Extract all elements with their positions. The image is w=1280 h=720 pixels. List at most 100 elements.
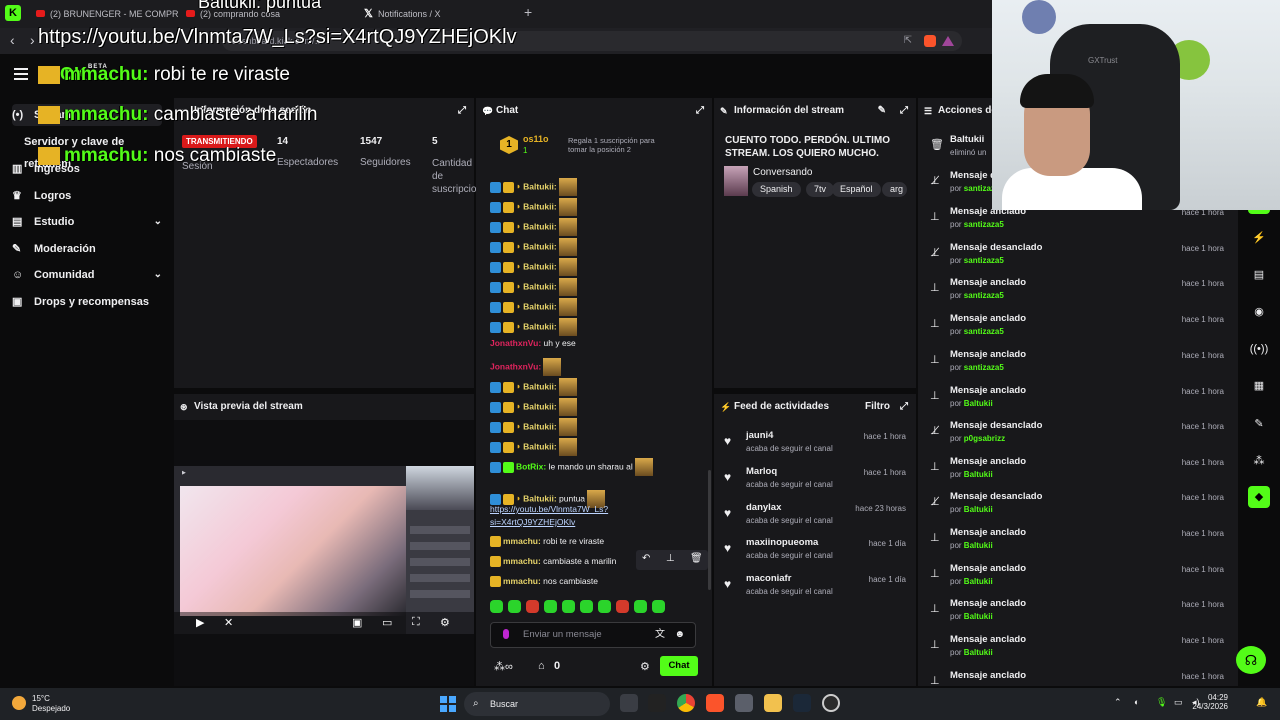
- pip-icon[interactable]: ▣: [352, 616, 362, 629]
- chat-link[interactable]: https://youtu.be/Vlnmta7W_Ls?: [490, 504, 608, 514]
- emote-icon[interactable]: [598, 600, 611, 613]
- mod-action-item[interactable]: ⊥ Mensaje anclado por Baltukii hace 1 hora: [926, 634, 1228, 668]
- tag[interactable]: 7tv: [806, 182, 835, 197]
- chat-username[interactable]: Baltukii:: [523, 381, 557, 391]
- chat-username[interactable]: Baltukii:: [523, 281, 557, 291]
- mic-icon[interactable]: [503, 629, 509, 639]
- chat-username[interactable]: Baltukii:: [523, 421, 557, 431]
- activity-item[interactable]: ♥ Marloq acaba de seguir el canal hace 1 ho…: [724, 466, 908, 496]
- chat-message[interactable]: ◗ Baltukii:: [490, 198, 577, 216]
- activity-item[interactable]: ♥ maconiafr acaba de seguir el canal hace 1…: [724, 573, 908, 603]
- mod-action-item[interactable]: ⊥ Mensaje anclado por Baltukii hace 1 hora: [926, 598, 1228, 632]
- translate-icon[interactable]: 文: [655, 623, 665, 647]
- chat-message[interactable]: ◗ Baltukii:: [490, 178, 577, 196]
- kick-favicon-icon[interactable]: K: [5, 5, 21, 21]
- obs-icon[interactable]: [822, 694, 840, 712]
- steam-icon[interactable]: [793, 694, 811, 712]
- mic-tray-icon[interactable]: 🎙: [1156, 697, 1167, 708]
- chat-input[interactable]: Enviar un mensaje 文 ☻: [490, 622, 696, 648]
- mod-action-item[interactable]: ⊥̸ Mensaje desanclado por Baltukii hace 1 h…: [926, 491, 1228, 525]
- brave-shield-icon[interactable]: [924, 35, 936, 47]
- chat-username[interactable]: Baltukii:: [523, 493, 557, 503]
- emote-icon[interactable]: [580, 600, 593, 613]
- chat-scrollbar[interactable]: [708, 470, 711, 590]
- bolt-icon[interactable]: ⚡: [1248, 227, 1270, 249]
- theater-icon[interactable]: ▭: [382, 616, 392, 629]
- settings-icon[interactable]: ⚙: [440, 616, 450, 629]
- pin-icon[interactable]: ⊥: [666, 553, 675, 564]
- back-icon[interactable]: ‹: [10, 32, 15, 48]
- reply-icon[interactable]: ↶: [642, 553, 650, 564]
- share-icon[interactable]: ⇱: [904, 31, 912, 51]
- chat-username[interactable]: Baltukii:: [523, 261, 557, 271]
- activity-item[interactable]: ♥ jauni4 acaba de seguir el canal hace 1 ho…: [724, 430, 908, 460]
- chat-message[interactable]: ◗ Baltukii:: [490, 318, 577, 336]
- chat-message[interactable]: ◗ Baltukii:: [490, 238, 577, 256]
- users-rail-icon[interactable]: ⁂: [1248, 450, 1270, 472]
- emote-icon[interactable]: [634, 600, 647, 613]
- sidebar-item-studio[interactable]: ▤ Estudio ⌄: [12, 211, 162, 233]
- chat-settings-icon[interactable]: ⚙: [640, 660, 650, 673]
- mod-action-item[interactable]: ⊥̸ Mensaje desanclado por p0gsabrizz hace 1…: [926, 420, 1228, 454]
- chat-username[interactable]: Baltukii:: [523, 241, 557, 251]
- chat-message[interactable]: JonathxnVu:: [490, 358, 562, 376]
- follower-name[interactable]: danylax: [746, 502, 781, 513]
- popout-icon[interactable]: ⤢: [696, 98, 704, 124]
- brave-icon[interactable]: [706, 694, 724, 712]
- broadcast-rail-icon[interactable]: ((•)): [1248, 338, 1270, 360]
- chat-username[interactable]: BotRix:: [516, 461, 546, 471]
- chat-message[interactable]: ◗ Baltukii:: [490, 438, 577, 456]
- stream-preview-video[interactable]: ▶ ▶ ✕ ▣ ▭ ⛶ ⚙: [174, 466, 474, 634]
- play-icon[interactable]: ▶: [196, 616, 204, 629]
- menu-icon[interactable]: [14, 68, 28, 83]
- activity-item[interactable]: ♥ maxiinopueoma acaba de seguir el canal ha…: [724, 537, 908, 567]
- tag[interactable]: arg: [882, 182, 908, 197]
- popout-icon[interactable]: ⤢: [900, 98, 908, 124]
- popout-icon[interactable]: ⤢: [458, 98, 466, 124]
- browser-tab[interactable]: (2) BRUNENGER - ME COMPRE S: [34, 4, 178, 24]
- mod-action-item[interactable]: ⊥ Mensaje anclado por santizaza5 hace 1 hor…: [926, 313, 1228, 347]
- chat-message[interactable]: JonathxnVu: uh y ese: [490, 338, 576, 348]
- users-icon[interactable]: ⁂∞: [494, 660, 513, 673]
- system-clock[interactable]: 04:29 24/3/2026: [1172, 693, 1228, 711]
- sidebar-item-achievements[interactable]: ♛ Logros: [12, 185, 162, 207]
- chat-message[interactable]: ◗ Baltukii:: [490, 378, 577, 396]
- category-name[interactable]: Conversando: [753, 167, 812, 178]
- fullscreen-icon[interactable]: ⛶: [412, 616, 420, 629]
- epic-games-icon[interactable]: [648, 694, 666, 712]
- chat-username[interactable]: Baltukii:: [523, 301, 557, 311]
- emote-icon[interactable]: [652, 600, 665, 613]
- mod-action-item[interactable]: ⊥ Mensaje anclado por santizaza5 hace 1 hor…: [926, 277, 1228, 311]
- chat-username[interactable]: Baltukii:: [523, 401, 557, 411]
- chat-rail-icon[interactable]: ◉: [1248, 301, 1270, 323]
- emote-icon[interactable]: [616, 600, 629, 613]
- app-rail-icon[interactable]: ◆: [1248, 486, 1270, 508]
- chat-message[interactable]: ◗ Baltukii:: [490, 398, 577, 416]
- chat-username[interactable]: Baltukii:: [523, 181, 557, 191]
- wrench-rail-icon[interactable]: ✎: [1248, 413, 1270, 435]
- emote-icon[interactable]: [508, 600, 521, 613]
- chat-username[interactable]: mmachu:: [503, 536, 541, 546]
- mod-action-item[interactable]: ⊥̸ Mensaje desanclado por santizaza5 hace 1…: [926, 242, 1228, 276]
- chat-message[interactable]: ◗ Baltukii:: [490, 258, 577, 276]
- mod-action-item[interactable]: ⊥ Mensaje anclado por Baltukii hace 1 hora: [926, 527, 1228, 561]
- follower-name[interactable]: Marloq: [746, 466, 777, 477]
- sidebar-item-community[interactable]: ☺ Comunidad ⌄: [12, 264, 162, 286]
- browser-tab[interactable]: 𝕏 Notifications / X: [362, 4, 502, 24]
- pencil-icon[interactable]: ✎: [878, 98, 886, 124]
- chat-message[interactable]: ◗ Baltukii:: [490, 298, 577, 316]
- chat-username[interactable]: mmachu:: [503, 556, 541, 566]
- chat-message[interactable]: mmachu: robi te re viraste: [490, 536, 604, 548]
- notification-bell-icon[interactable]: 🔔: [1256, 697, 1267, 708]
- new-tab-button[interactable]: +: [524, 4, 532, 20]
- mod-action-item[interactable]: ⊥ Mensaje anclado por Baltukii hace 1 hora: [926, 456, 1228, 490]
- sidebar-item-drops[interactable]: ▣ Drops y recompensas: [12, 291, 162, 313]
- taskbar-search[interactable]: ⌕ Buscar: [464, 692, 610, 716]
- tag[interactable]: Spanish: [752, 182, 801, 197]
- chat-username[interactable]: Baltukii:: [523, 321, 557, 331]
- emote-icon[interactable]: [490, 600, 503, 613]
- mute-icon[interactable]: ✕: [224, 616, 233, 629]
- chat-message[interactable]: mmachu: cambiaste a marilin: [490, 556, 616, 568]
- chat-message[interactable]: BotRix: le mando un sharau al: [490, 458, 653, 476]
- chrome-icon[interactable]: [677, 694, 695, 712]
